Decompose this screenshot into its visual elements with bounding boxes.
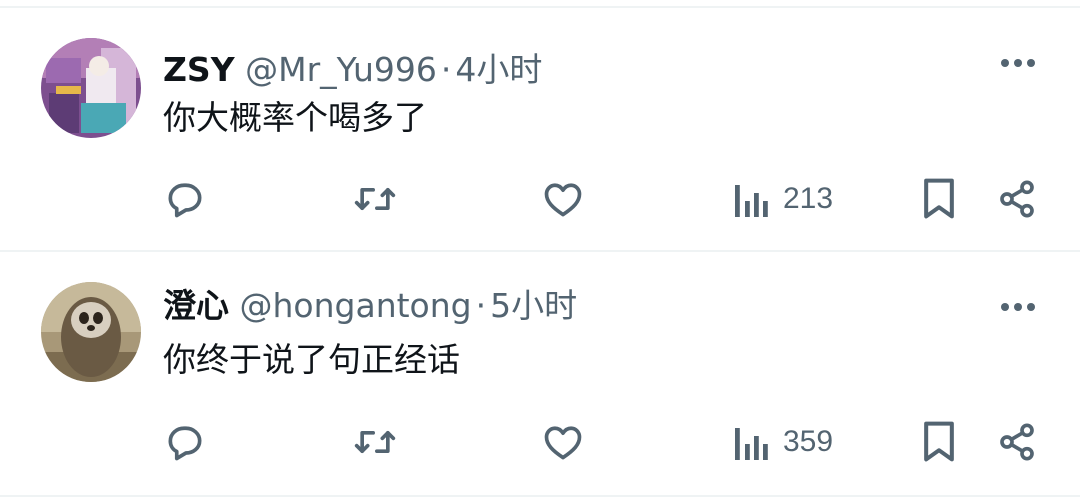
tweet-header: ZSY @Mr_Yu996 · 4小时 xyxy=(163,48,542,92)
heart-icon xyxy=(544,426,582,460)
retweet-icon xyxy=(354,188,396,210)
bookmark-icon xyxy=(924,178,954,219)
reply-button[interactable] xyxy=(163,169,207,229)
views-button[interactable]: 213 xyxy=(733,169,833,229)
tweet-2[interactable]: 澄心 @hongantong · 5小时 你终于说了句正经话 359 xyxy=(0,252,1080,495)
tweet-header: 澄心 @hongantong · 5小时 xyxy=(163,284,577,328)
retweet-button[interactable] xyxy=(353,169,397,229)
timestamp[interactable]: 5小时 xyxy=(490,286,577,325)
like-button[interactable] xyxy=(541,412,585,472)
separator-dot: · xyxy=(475,286,487,325)
user-handle[interactable]: @hongantong xyxy=(240,286,472,325)
more-icon xyxy=(1001,303,1035,311)
user-handle[interactable]: @Mr_Yu996 xyxy=(245,50,437,89)
share-button[interactable] xyxy=(997,412,1037,472)
tweet-text: 你终于说了句正经话 xyxy=(163,340,460,379)
share-icon xyxy=(1000,180,1034,218)
reply-icon xyxy=(168,183,202,218)
tweet-1[interactable]: ZSY @Mr_Yu996 · 4小时 你大概率个喝多了 213 xyxy=(0,8,1080,251)
more-button[interactable] xyxy=(994,292,1042,322)
avatar[interactable] xyxy=(41,38,141,138)
reply-button[interactable] xyxy=(163,412,207,472)
heart-icon xyxy=(544,183,582,217)
action-bar: 213 xyxy=(0,169,1080,229)
views-icon xyxy=(735,428,768,460)
timestamp[interactable]: 4小时 xyxy=(455,50,542,89)
views-button[interactable]: 359 xyxy=(733,412,833,472)
separator-dot: · xyxy=(440,50,452,89)
views-icon xyxy=(735,185,768,217)
view-count: 213 xyxy=(783,182,834,215)
retweet-button[interactable] xyxy=(353,412,397,472)
share-button[interactable] xyxy=(997,169,1037,229)
retweet-icon xyxy=(354,431,396,453)
bookmark-icon xyxy=(924,421,954,462)
action-bar: 359 xyxy=(0,412,1080,472)
bottom-divider xyxy=(0,495,1080,497)
bookmark-button[interactable] xyxy=(920,412,958,472)
reply-icon xyxy=(168,426,202,461)
share-icon xyxy=(1000,423,1034,461)
display-name[interactable]: ZSY xyxy=(163,50,235,89)
display-name[interactable]: 澄心 xyxy=(163,286,229,325)
avatar[interactable] xyxy=(41,282,141,382)
view-count: 359 xyxy=(783,425,834,458)
more-button[interactable] xyxy=(994,48,1042,78)
more-icon xyxy=(1001,59,1035,67)
bookmark-button[interactable] xyxy=(920,169,958,229)
like-button[interactable] xyxy=(541,169,585,229)
tweet-text: 你大概率个喝多了 xyxy=(163,98,427,137)
